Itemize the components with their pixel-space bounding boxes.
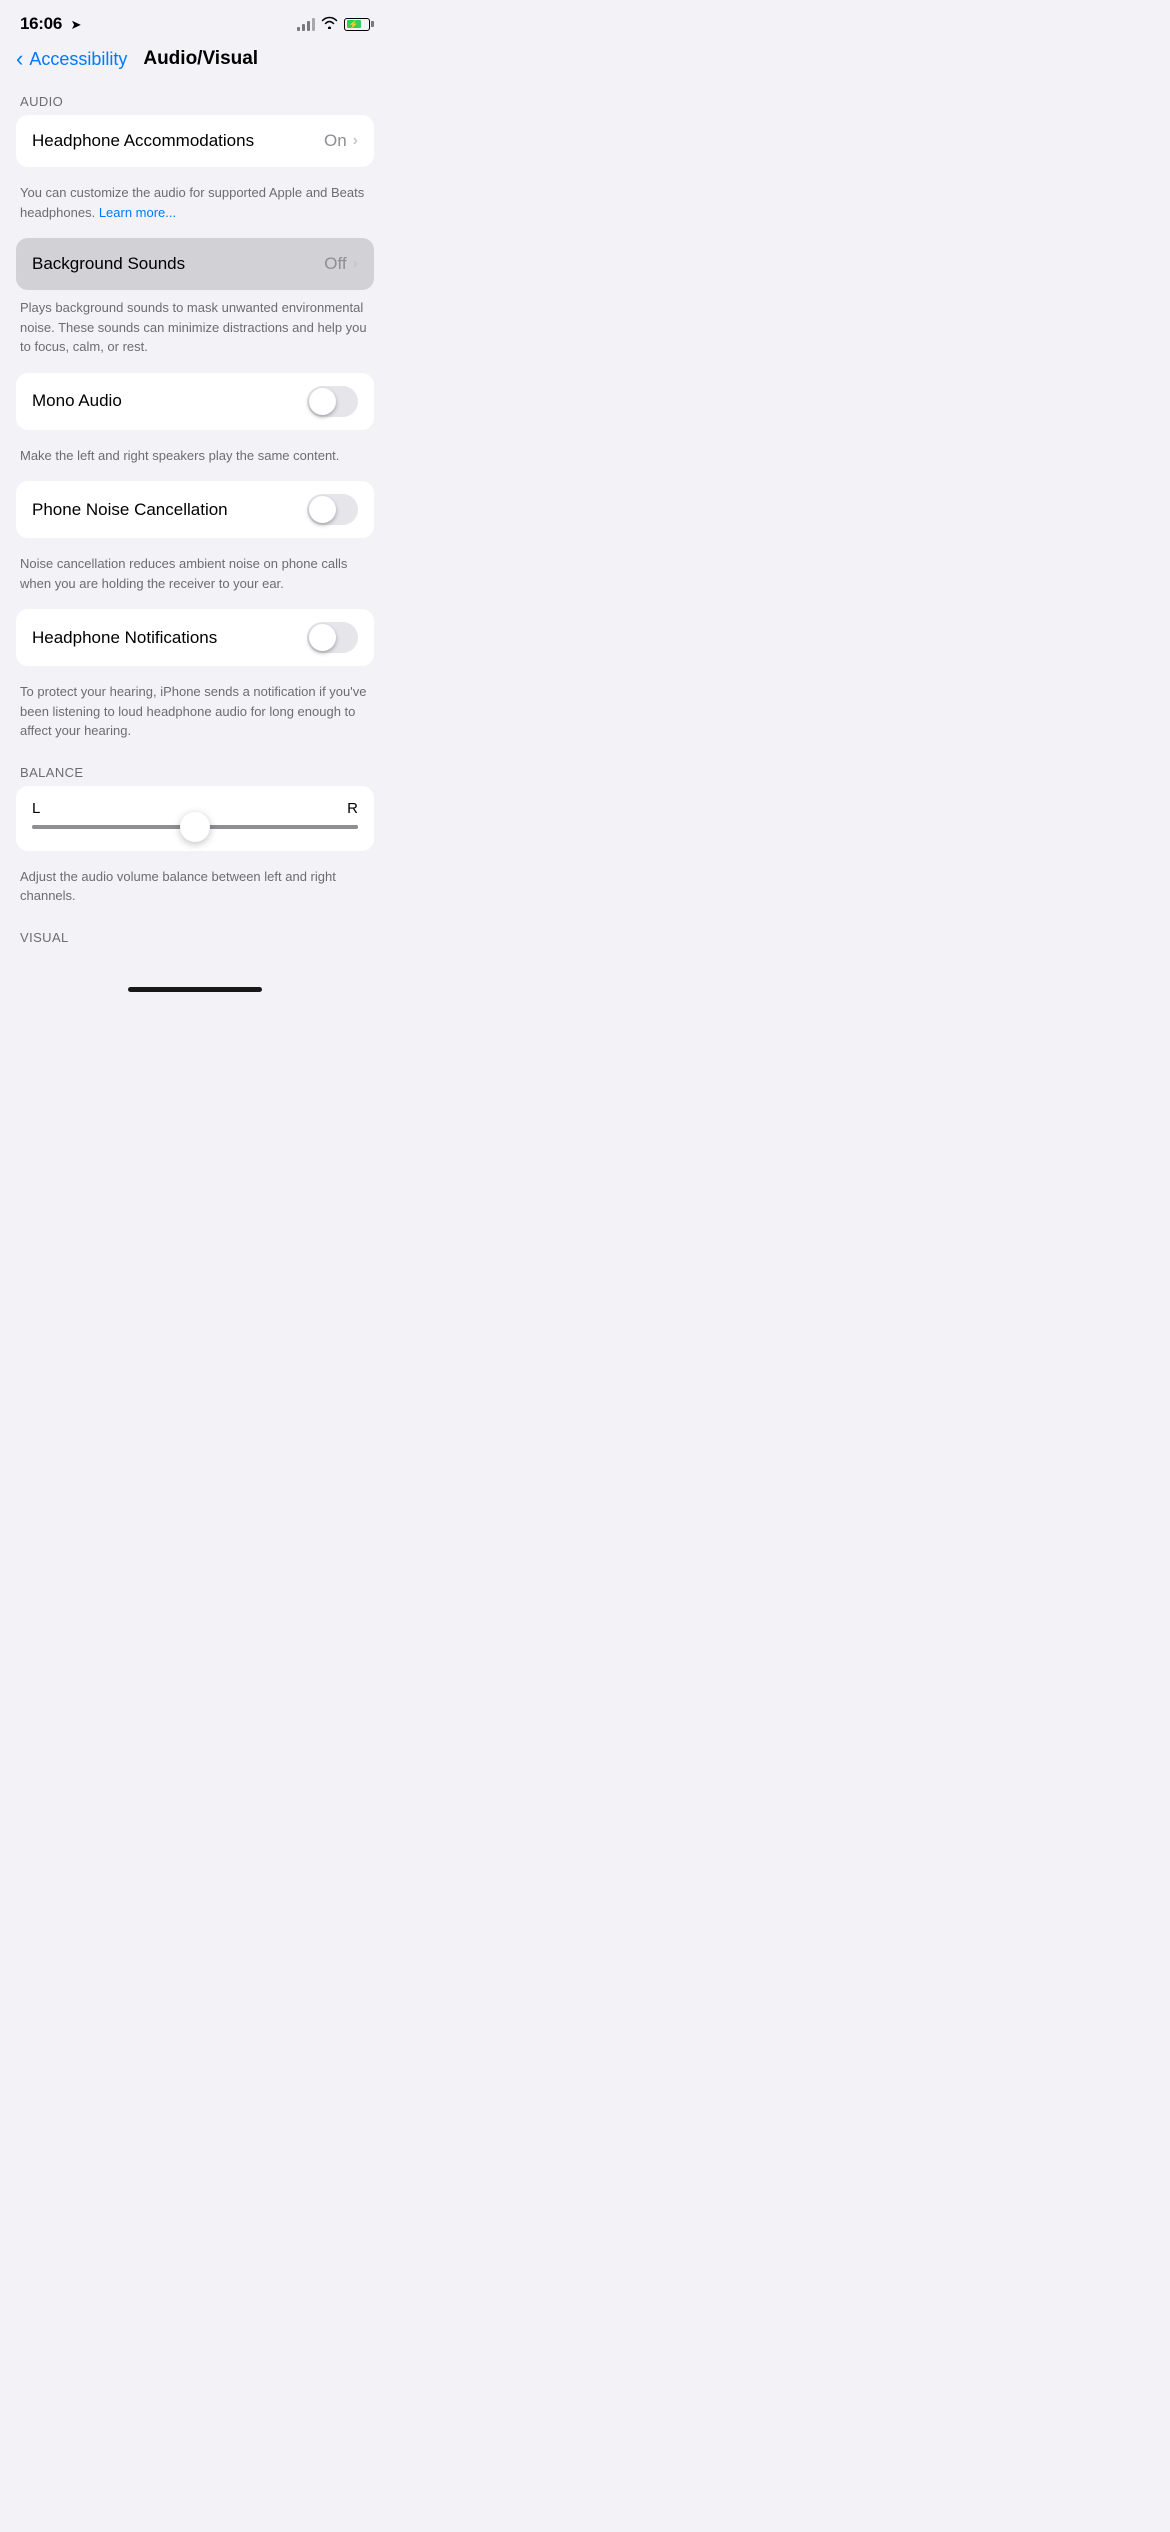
chevron-right-icon: › xyxy=(353,132,358,150)
page-title: Audio/Visual xyxy=(143,48,258,70)
headphone-accommodations-row[interactable]: Headphone Accommodations On › xyxy=(16,115,374,167)
phone-noise-row[interactable]: Phone Noise Cancellation xyxy=(16,481,374,538)
battery-icon: ⚡ xyxy=(344,18,370,31)
background-sounds-chevron-icon: › xyxy=(353,255,358,273)
mono-audio-toggle-knob xyxy=(309,388,336,415)
phone-noise-toggle-knob xyxy=(309,496,336,523)
headphone-notifications-toggle-knob xyxy=(309,624,336,651)
learn-more-link[interactable]: Learn more... xyxy=(99,205,176,220)
mono-audio-toggle[interactable] xyxy=(307,386,358,417)
balance-description: Adjust the audio volume balance between … xyxy=(0,859,390,922)
headphone-accommodations-label: Headphone Accommodations xyxy=(32,131,324,151)
balance-slider[interactable] xyxy=(32,825,358,829)
back-button[interactable]: ‹ Accessibility xyxy=(16,48,127,70)
phone-noise-description: Noise cancellation reduces ambient noise… xyxy=(0,546,390,609)
headphone-notifications-card: Headphone Notifications xyxy=(16,609,374,666)
status-bar: 16:06 ➤ ⚡ xyxy=(0,0,390,40)
headphone-notifications-row[interactable]: Headphone Notifications xyxy=(16,609,374,666)
headphone-notifications-label: Headphone Notifications xyxy=(32,628,307,648)
back-chevron-icon: ‹ xyxy=(16,48,23,70)
back-label[interactable]: Accessibility xyxy=(29,49,127,70)
audio-section-label: AUDIO xyxy=(0,86,390,115)
background-sounds-value: Off xyxy=(324,254,346,274)
headphone-notifications-description: To protect your hearing, iPhone sends a … xyxy=(0,674,390,757)
nav-header: ‹ Accessibility Audio/Visual xyxy=(0,40,390,86)
phone-noise-card: Phone Noise Cancellation xyxy=(16,481,374,538)
headphone-accommodations-description: You can customize the audio for supporte… xyxy=(0,175,390,238)
home-bar xyxy=(128,987,262,992)
phone-noise-toggle[interactable] xyxy=(307,494,358,525)
background-sounds-label: Background Sounds xyxy=(32,254,324,274)
mono-audio-card: Mono Audio xyxy=(16,373,374,430)
headphone-notifications-toggle[interactable] xyxy=(307,622,358,653)
home-indicator xyxy=(0,971,390,1000)
background-sounds-description: Plays background sounds to mask unwanted… xyxy=(0,290,390,373)
balance-thumb[interactable] xyxy=(180,812,210,842)
signal-bars-icon xyxy=(297,17,315,31)
status-time: 16:06 xyxy=(20,14,62,33)
wifi-icon xyxy=(321,16,338,32)
status-time-area: 16:06 ➤ xyxy=(20,14,81,34)
mono-audio-description: Make the left and right speakers play th… xyxy=(0,438,390,482)
balance-right-label: R xyxy=(347,800,358,817)
headphone-accommodations-value: On xyxy=(324,131,347,151)
balance-fill-right xyxy=(195,825,358,829)
balance-section-label: BALANCE xyxy=(0,757,390,786)
mono-audio-row[interactable]: Mono Audio xyxy=(16,373,374,430)
mono-audio-label: Mono Audio xyxy=(32,391,307,411)
background-sounds-row[interactable]: Background Sounds Off › xyxy=(16,238,374,290)
balance-card: L R xyxy=(16,786,374,851)
balance-left-label: L xyxy=(32,800,40,817)
balance-fill-left xyxy=(32,825,195,829)
status-icons: ⚡ xyxy=(297,16,370,32)
phone-noise-label: Phone Noise Cancellation xyxy=(32,500,307,520)
visual-section-label: VISUAL xyxy=(0,922,390,951)
location-icon: ➤ xyxy=(70,17,81,32)
headphone-accommodations-card: Headphone Accommodations On › xyxy=(16,115,374,167)
